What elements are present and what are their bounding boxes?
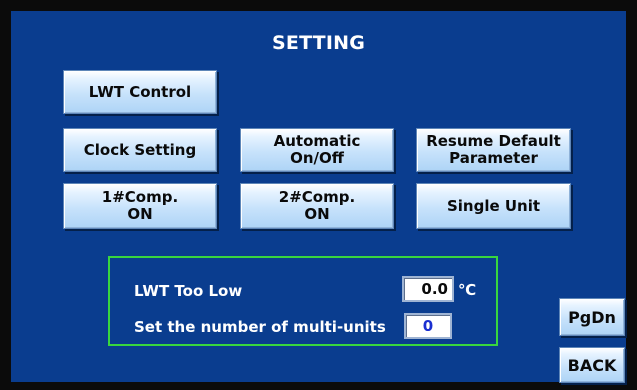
clock-setting-button[interactable]: Clock Setting bbox=[63, 128, 217, 172]
multi-units-label: Set the number of multi-units bbox=[134, 318, 386, 336]
lwt-too-low-label: LWT Too Low bbox=[134, 282, 243, 300]
pgdn-button-label: PgDn bbox=[568, 307, 616, 327]
page-title: SETTING bbox=[272, 32, 365, 54]
lwt-control-button[interactable]: LWT Control bbox=[63, 70, 217, 114]
clock-setting-button-label: Clock Setting bbox=[83, 140, 197, 159]
multi-units-value: 0 bbox=[422, 317, 434, 335]
lwt-too-low-value-field[interactable]: 0.0 bbox=[402, 276, 454, 302]
automatic-onoff-button[interactable]: Automatic On/Off bbox=[240, 128, 394, 172]
multi-units-value-field[interactable]: 0 bbox=[404, 313, 452, 339]
resume-default-parameter-button[interactable]: Resume Default Parameter bbox=[416, 128, 571, 172]
lwt-too-low-value: 0.0 bbox=[421, 280, 448, 298]
comp2-state: ON bbox=[304, 205, 330, 223]
back-button-label: BACK bbox=[567, 355, 617, 375]
automatic-onoff-line1: Automatic bbox=[273, 132, 361, 150]
pgdn-button[interactable]: PgDn bbox=[559, 298, 625, 336]
lwt-control-button-label: LWT Control bbox=[88, 82, 192, 101]
single-unit-button-label: Single Unit bbox=[446, 196, 541, 215]
comp2-toggle-button[interactable]: 2#Comp. ON bbox=[240, 183, 394, 229]
comp2-label: 2#Comp. bbox=[278, 188, 356, 206]
resume-default-line1: Resume Default bbox=[426, 132, 561, 150]
back-button[interactable]: BACK bbox=[559, 347, 625, 383]
settings-screen: SETTING LWT Control Clock Setting Automa… bbox=[11, 11, 626, 383]
automatic-onoff-line2: On/Off bbox=[290, 149, 344, 167]
celsius-unit: ℃ bbox=[458, 281, 477, 299]
single-unit-button[interactable]: Single Unit bbox=[416, 183, 571, 229]
comp1-toggle-button[interactable]: 1#Comp. ON bbox=[63, 183, 217, 229]
resume-default-line2: Parameter bbox=[449, 149, 538, 167]
lwt-parameters-panel: LWT Too Low 0.0 ℃ Set the number of mult… bbox=[108, 256, 498, 346]
screen-bezel: SETTING LWT Control Clock Setting Automa… bbox=[0, 0, 637, 390]
comp1-label: 1#Comp. bbox=[101, 188, 179, 206]
comp1-state: ON bbox=[127, 205, 153, 223]
